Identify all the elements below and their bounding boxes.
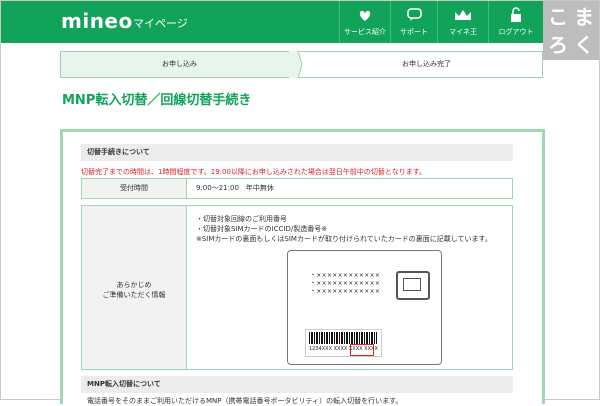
prep-content: ・切替対象回線のご利用番号 ・切替対象SIMカードのICCID/製造番号※ ※S… [196, 206, 512, 369]
switch-time-note: 切替完了までの時間は、1時間程度です。19:00以降にお申し込みされた場合は翌日… [81, 168, 427, 176]
nav-logout-label: ログアウト [498, 28, 534, 36]
sim-card-illustration: ・×××××××××××× ・×××××××××××× ・×××××××××××… [287, 250, 442, 365]
nav-logout[interactable]: ログアウト [488, 1, 543, 43]
mineo-logo[interactable]: mineo [61, 9, 133, 33]
step-arrow-icon [289, 51, 303, 78]
top-header: mineo マイページ サービス紹介 サポート マイネ王 ログアウト [1, 1, 599, 43]
watermark-logo: こ ま ろ く [543, 1, 599, 60]
prep-item-iccid: ・切替対象SIMカードのICCID/製造番号※ [196, 225, 328, 233]
progress-steps: お申し込み お申し込み完了 [60, 51, 543, 78]
watermark-char: く [574, 33, 594, 57]
page-title: MNP転入切替／回線切替手続き [62, 93, 252, 108]
nav-maineou-label: マイネ王 [449, 28, 477, 36]
prep-label-line2: ご準備いただく情報 [102, 291, 166, 299]
watermark-char: ろ [548, 33, 568, 57]
sim-chip-icon [396, 271, 430, 300]
crown-icon [438, 7, 488, 23]
watermark-char: ま [574, 5, 594, 29]
mypage-label: マイページ [133, 17, 188, 30]
reception-hours: 9:00～21:00 年中無休 [196, 184, 274, 192]
content-panel: 切替手続きについて 切替完了までの時間は、1時間程度です。19:00以降にお申し… [60, 129, 545, 405]
lock-icon [489, 7, 543, 23]
step-apply: お申し込み [61, 52, 298, 77]
nav-service[interactable]: サービス紹介 [339, 1, 390, 43]
nav-support-label: サポート [400, 28, 428, 36]
nav-maineou[interactable]: マイネ王 [437, 1, 488, 43]
nav-service-label: サービス紹介 [344, 28, 386, 36]
iccid-highlight [350, 344, 374, 356]
prep-item-number: ・切替対象回線のご利用番号 [196, 215, 287, 223]
prep-sim-note: ※SIMカードの裏面もしくはSIMカードが取り付けられていたカードの裏面に記載し… [196, 235, 492, 243]
mnp-description: 電話番号をそのままご利用いただけるMNP（携帯電話番号ポータビリティ）の転入切替… [87, 397, 403, 405]
watermark-char: こ [548, 5, 568, 29]
nav-support[interactable]: サポート [390, 1, 437, 43]
prep-row: あらかじめ ご準備いただく情報 ・切替対象回線のご利用番号 ・切替対象SIMカー… [81, 205, 513, 370]
prep-label-line1: あらかじめ [116, 281, 152, 289]
heart-leaf-icon [340, 7, 390, 23]
card-dots: ・×××××××××××× [310, 288, 381, 295]
step-complete: お申し込み完了 [402, 60, 451, 68]
mnp-section-heading: MNP転入切替について [81, 376, 513, 393]
reception-row: 受付時間 9:00～21:00 年中無休 [81, 178, 513, 199]
prep-label: あらかじめ ご準備いただく情報 [82, 206, 187, 369]
reception-label: 受付時間 [82, 179, 187, 198]
chat-bubble-icon [391, 7, 437, 23]
barcode-icon [309, 332, 377, 344]
section-heading: 切替手続きについて [81, 144, 513, 161]
